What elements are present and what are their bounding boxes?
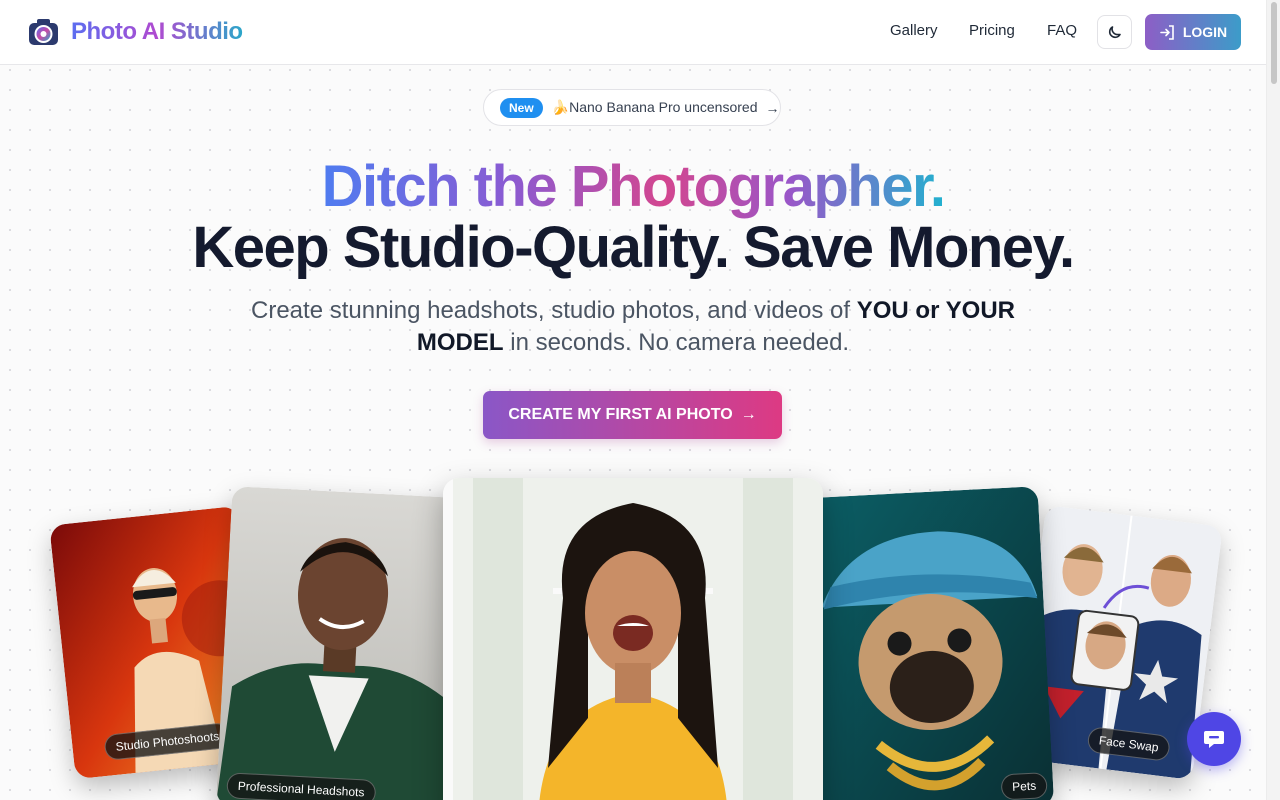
brand-logo[interactable]: Photo AI Studio — [27, 16, 243, 48]
hero-headline-line2: Keep Studio-Quality. Save Money. — [192, 215, 1075, 280]
top-navigation-bar: Photo AI Studio Gallery Pricing FAQ LOGI… — [0, 0, 1266, 65]
announcement-text: 🍌Nano Banana Pro uncensored — [551, 99, 758, 115]
nav-gallery-link[interactable]: Gallery — [890, 22, 938, 39]
brand-name: Photo AI Studio — [71, 18, 243, 45]
announcement-pill[interactable]: New 🍌Nano Banana Pro uncensored → — [483, 89, 781, 126]
center-photo-image — [443, 478, 823, 800]
pet-photo-image — [805, 486, 1055, 800]
headshot-photo-image — [215, 486, 465, 800]
pets-label: Pets — [1000, 772, 1048, 800]
cta-label: CREATE MY FIRST AI PHOTO — [508, 406, 733, 423]
subtitle-text: Create stunning headshots, studio photos… — [251, 297, 857, 324]
theme-toggle-button[interactable] — [1097, 15, 1132, 49]
arrow-right-icon: → — [765, 99, 780, 116]
chat-widget-button[interactable] — [1187, 712, 1241, 766]
create-first-photo-button[interactable]: CREATE MY FIRST AI PHOTO → — [483, 391, 782, 439]
camera-logo-icon — [29, 19, 58, 45]
nav-pricing-link[interactable]: Pricing — [969, 22, 1015, 39]
scrollbar-thumb[interactable] — [1271, 2, 1277, 84]
chat-icon — [1204, 731, 1224, 748]
subtitle-tail: in seconds. No camera needed. — [503, 329, 850, 356]
login-label: LOGIN — [1182, 24, 1228, 40]
pets-card[interactable]: Pets — [805, 486, 1055, 800]
professional-headshots-card[interactable]: Professional Headshots — [215, 486, 465, 800]
arrow-right-icon: → — [740, 406, 757, 423]
page-scrollbar[interactable] — [1266, 0, 1280, 800]
new-badge: New — [500, 97, 543, 118]
nav-faq-link[interactable]: FAQ — [1047, 22, 1077, 39]
hero-subtitle: Create stunning headshots, studio photos… — [240, 295, 1026, 359]
headline-gradient-text: Ditch the Photographer. — [321, 154, 946, 219]
moon-icon — [1108, 26, 1121, 39]
login-icon — [1160, 24, 1174, 40]
login-button[interactable]: LOGIN — [1145, 14, 1241, 50]
hero-headline-line1: Ditch the Photographer. — [0, 152, 1266, 222]
video-center-card[interactable] — [443, 478, 823, 800]
